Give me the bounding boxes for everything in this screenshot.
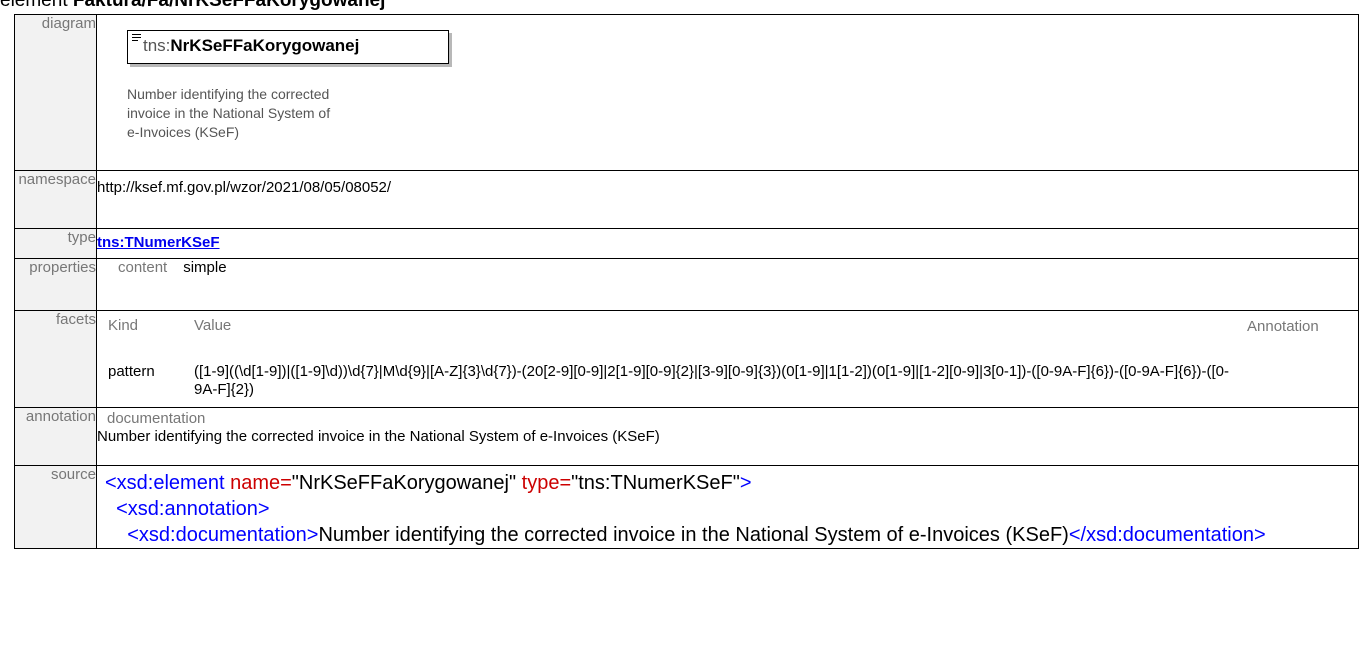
label-source: source [14, 465, 97, 549]
row-properties: properties content simple [14, 258, 1359, 311]
src-type-val: "tns:TNumerKSeF" [571, 472, 740, 494]
label-facets: facets [14, 310, 97, 408]
doc-line: invoice in the National System of [127, 105, 331, 121]
source-code: <xsd:element name="NrKSeFFaKorygowanej" … [97, 466, 1358, 548]
label-annotation: annotation [14, 407, 97, 466]
row-facets: facets Kind Value Annotation pattern ([1… [14, 310, 1359, 408]
facets-value-header: Value [194, 317, 232, 334]
src-name-val: "NrKSeFFaKorygowanej" [291, 472, 517, 494]
diagram: tns:NrKSeFFaKorygowanej Number identifyi… [97, 15, 1358, 170]
label-namespace: namespace [14, 170, 97, 229]
src-close-bracket: > [739, 472, 752, 494]
properties-content-label: content [118, 259, 168, 276]
heading-prefix: element [0, 0, 73, 11]
annotation-doc-label: documentation [107, 410, 206, 427]
element-doc-table: diagram tns:NrKSeFFaKorygowanej Number i… [14, 14, 1359, 549]
doc-line: e-Invoices (KSeF) [127, 124, 240, 140]
properties-content-value: simple [183, 259, 227, 276]
element-node-title: tns:NrKSeFFaKorygowanej [143, 36, 359, 56]
element-node[interactable]: tns:NrKSeFFaKorygowanej [127, 30, 449, 64]
label-type: type [14, 228, 97, 259]
src-name-attr: name= [230, 472, 292, 494]
src-doc-open: <xsd:documentation> [127, 524, 319, 546]
element-name: NrKSeFFaKorygowanej [170, 36, 360, 55]
src-annotation-open: <xsd:annotation> [116, 498, 270, 520]
facet-value: ([1-9]((\d[1-9])|([1-9]\d))\d{7}|M\d{9}|… [194, 363, 1229, 398]
row-diagram: diagram tns:NrKSeFFaKorygowanej Number i… [14, 14, 1359, 171]
heading-path: Faktura/Fa/NrKSeFFaKorygowanej [72, 0, 386, 11]
source-cell: <xsd:element name="NrKSeFFaKorygowanej" … [96, 465, 1359, 549]
label-diagram: diagram [14, 14, 97, 171]
doc-line: Number identifying the corrected [127, 86, 330, 102]
annotation-doc-text: Number identifying the corrected invoice… [97, 428, 660, 445]
facets-kind-header: Kind [108, 317, 139, 334]
page-heading: element Faktura/Fa/NrKSeFFaKorygowanej [0, 0, 385, 13]
facet-kind: pattern [108, 363, 155, 380]
row-namespace: namespace http://ksef.mf.gov.pl/wzor/202… [14, 170, 1359, 229]
label-properties: properties [14, 258, 97, 311]
type-link[interactable]: tns:TNumerKSeF [97, 234, 220, 251]
element-ns-prefix: tns: [143, 36, 171, 55]
element-lines-icon [132, 34, 141, 43]
element-doc-text: Number identifying the corrected invoice… [127, 85, 457, 142]
namespace-value: http://ksef.mf.gov.pl/wzor/2021/08/05/08… [96, 170, 1359, 229]
properties-cell: content simple [96, 258, 1359, 311]
src-doc-close: </xsd:documentation> [1068, 524, 1266, 546]
src-open-tag: <xsd:element [105, 472, 225, 494]
row-annotation: annotation documentation Number identify… [14, 407, 1359, 466]
diagram-cell: tns:NrKSeFFaKorygowanej Number identifyi… [96, 14, 1359, 171]
type-cell: tns:TNumerKSeF [96, 228, 1359, 259]
src-type-attr: type= [521, 472, 572, 494]
facets-grid: Kind Value Annotation pattern ([1-9]((\d… [97, 311, 1358, 407]
row-type: type tns:TNumerKSeF [14, 228, 1359, 259]
facets-cell: Kind Value Annotation pattern ([1-9]((\d… [96, 310, 1359, 408]
annotation-cell: documentation Number identifying the cor… [96, 407, 1359, 466]
row-source: source <xsd:element name="NrKSeFFaKorygo… [14, 465, 1359, 549]
src-doc-text: Number identifying the corrected invoice… [318, 524, 1069, 546]
facets-annotation-header: Annotation [1247, 318, 1319, 335]
